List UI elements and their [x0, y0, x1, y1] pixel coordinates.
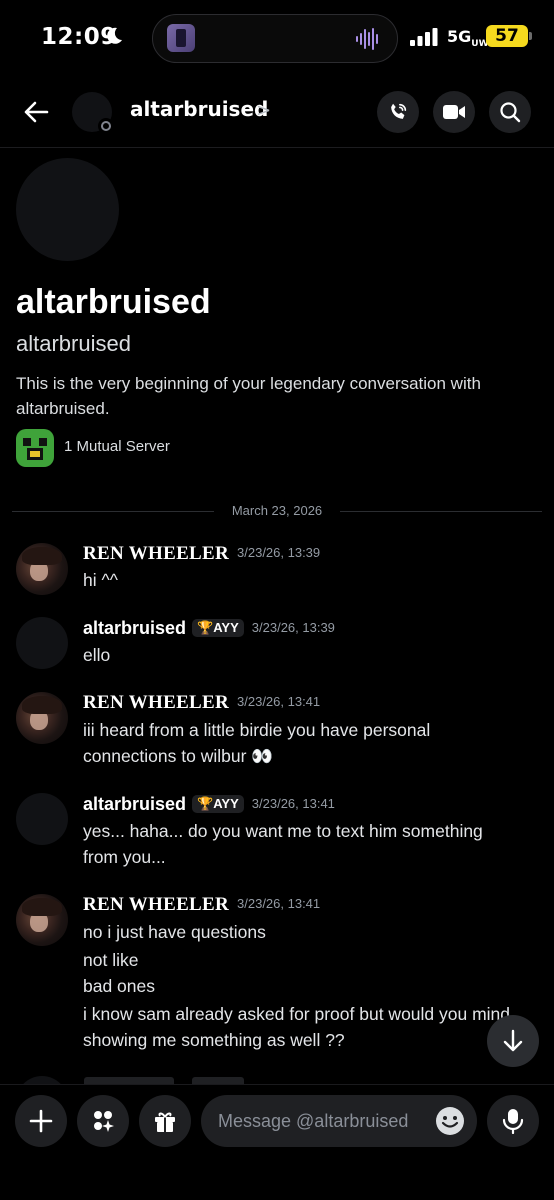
message-timestamp: 3/23/26, 13:41: [237, 896, 321, 911]
server-tag-badge[interactable]: 🏆AYY: [192, 619, 244, 637]
gift-icon: [155, 1112, 175, 1132]
conversation-start-text: This is the very beginning of your legen…: [16, 374, 481, 418]
battery-indicator: 57: [486, 25, 532, 47]
message-text: ello: [83, 645, 111, 665]
video-call-button[interactable]: [433, 91, 475, 133]
dm-header: altarbruised >: [0, 76, 554, 148]
avatar[interactable]: [16, 617, 68, 669]
audio-waveform-icon: [356, 28, 378, 50]
profile-username: altarbruised: [16, 331, 131, 356]
apps-button[interactable]: [77, 1095, 129, 1147]
message-text: bad ones: [83, 976, 156, 996]
message-text: connections to wilbur 👀: [83, 746, 274, 766]
sparkle-apps-icon: [94, 1111, 114, 1132]
message-author[interactable]: REN WHEELER: [83, 543, 229, 564]
message-author[interactable]: altarbruised: [83, 794, 186, 814]
message-author[interactable]: REN WHEELER: [83, 894, 229, 915]
search-button[interactable]: [489, 91, 531, 133]
search-icon: [500, 102, 521, 123]
trophy-icon: 🏆: [197, 620, 214, 635]
voice-call-button[interactable]: [377, 91, 419, 133]
jump-to-bottom-button[interactable]: [487, 1015, 539, 1067]
message-timestamp: 3/23/26, 13:41: [237, 694, 321, 709]
date-divider: March 23, 2026: [12, 502, 542, 520]
plus-icon: [29, 1109, 53, 1133]
avatar[interactable]: [16, 793, 68, 845]
server-tag-badge[interactable]: 🏆AYY: [192, 795, 244, 813]
network-type: 5GUW: [447, 27, 489, 50]
arrow-down-icon: [503, 1029, 523, 1052]
back-button[interactable]: [20, 96, 52, 128]
cellular-signal-icon: [410, 28, 438, 46]
message-text: from you...: [83, 847, 166, 867]
message-author[interactable]: altarbruised: [83, 618, 186, 638]
profile-avatar[interactable]: [16, 158, 119, 261]
dynamic-island[interactable]: [152, 14, 398, 63]
message-text: i know sam already asked for proof but w…: [83, 1004, 511, 1024]
avatar[interactable]: [16, 894, 68, 946]
message-composer: [0, 1084, 554, 1200]
phone-icon: [391, 103, 407, 119]
profile-display-name: altarbruised: [16, 283, 211, 321]
gift-button[interactable]: [139, 1095, 191, 1147]
partially-hidden-message: [16, 1076, 276, 1084]
message-text: hi ^^: [83, 570, 118, 590]
message-text: showing me something as well ??: [83, 1030, 345, 1050]
message-text: not like: [83, 950, 139, 970]
chevron-right-icon[interactable]: >: [256, 100, 271, 121]
microphone-icon: [502, 1109, 524, 1134]
status-bar: 12:09 5GUW 57: [0, 0, 554, 76]
emoji-icon[interactable]: [435, 1106, 465, 1136]
avatar[interactable]: [16, 543, 68, 595]
trophy-icon: 🏆: [197, 796, 214, 811]
now-playing-artwork: [167, 24, 195, 52]
add-attachment-button[interactable]: [15, 1095, 67, 1147]
moon-icon: [107, 27, 122, 44]
message-text: yes... haha... do you want me to text hi…: [83, 821, 483, 841]
mutual-servers-link[interactable]: 1 Mutual Server: [64, 438, 170, 455]
header-username[interactable]: altarbruised: [130, 97, 268, 121]
message-author[interactable]: REN WHEELER: [83, 692, 229, 713]
message-text: iii heard from a little birdie you have …: [83, 720, 431, 740]
video-camera-icon: [443, 105, 465, 119]
avatar[interactable]: [16, 692, 68, 744]
arrow-left-icon: [24, 101, 49, 123]
message-text: no i just have questions: [83, 922, 266, 942]
message-timestamp: 3/23/26, 13:41: [251, 796, 335, 811]
message-timestamp: 3/23/26, 13:39: [237, 545, 321, 560]
server-icon[interactable]: [16, 429, 54, 467]
offline-status-icon: [98, 118, 114, 134]
voice-message-button[interactable]: [487, 1095, 539, 1147]
message-timestamp: 3/23/26, 13:39: [251, 620, 335, 635]
